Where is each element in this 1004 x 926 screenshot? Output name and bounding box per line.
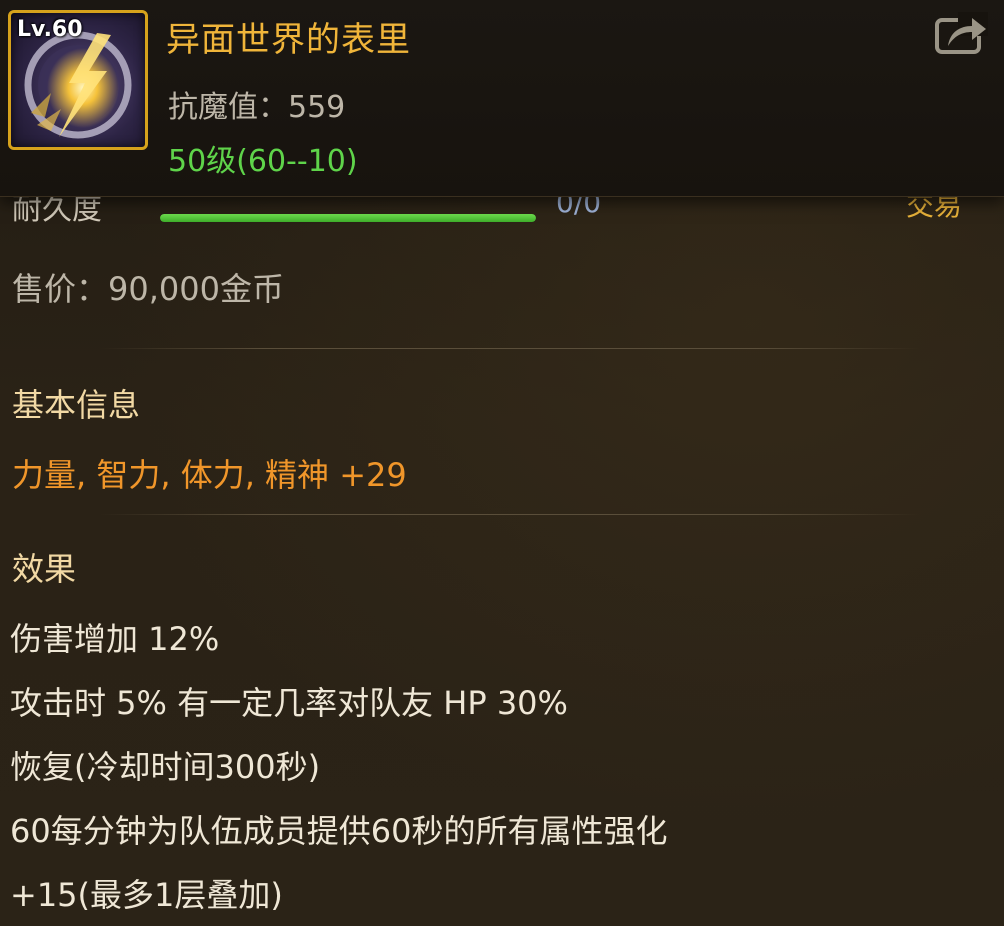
level-requirement: 50级(60--10) bbox=[168, 144, 358, 179]
effect-line: +15(最多1层叠加) bbox=[10, 876, 283, 914]
effects-title: 效果 bbox=[12, 550, 77, 588]
tooltip-header: Lv.60 异面世界的表里 抗魔值：559 50级(60--10) bbox=[0, 0, 1004, 197]
share-button[interactable] bbox=[934, 12, 988, 56]
item-name: 异面世界的表里 bbox=[166, 20, 411, 60]
effect-line: 恢复(冷却时间300秒) bbox=[10, 748, 321, 786]
item-icon[interactable]: Lv.60 bbox=[8, 10, 148, 150]
durability-bar-fill bbox=[160, 214, 536, 222]
effect-line: 伤害增加 12% bbox=[10, 620, 220, 658]
durability-row: 耐久度 0/0 交易 bbox=[0, 186, 1004, 236]
magic-resist-stat: 抗魔值：559 bbox=[168, 90, 346, 125]
durability-bar bbox=[160, 214, 536, 222]
basic-info-stat: 力量, 智力, 体力, 精神 +29 bbox=[12, 456, 407, 494]
item-tooltip: Lv.60 异面世界的表里 抗魔值：559 50级(60--10) 耐久度 0/… bbox=[0, 0, 1004, 926]
effect-line: 攻击时 5% 有一定几率对队友 HP 30% bbox=[10, 684, 568, 722]
icon-level-badge: Lv.60 bbox=[17, 17, 83, 42]
share-icon bbox=[935, 12, 988, 54]
effect-line: 60每分钟为队伍成员提供60秒的所有属性强化 bbox=[10, 812, 668, 850]
sell-price: 售价：90,000金币 bbox=[12, 270, 284, 308]
divider bbox=[100, 348, 920, 349]
divider bbox=[100, 514, 920, 515]
basic-info-title: 基本信息 bbox=[12, 386, 141, 424]
